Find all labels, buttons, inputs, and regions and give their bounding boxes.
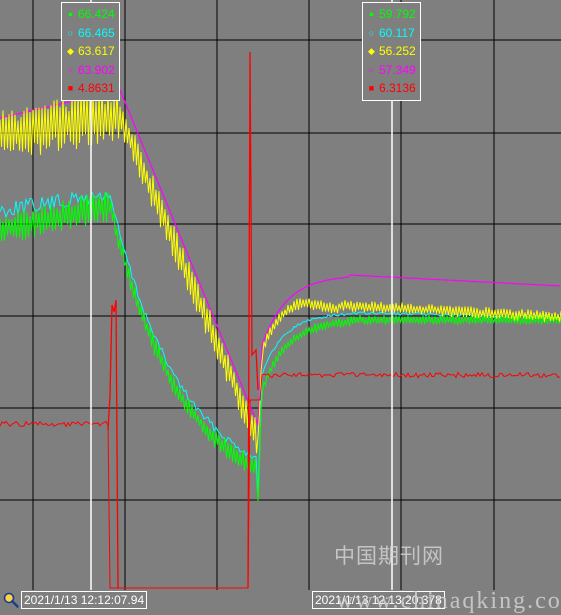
watermark-url: www.chinaqking.com	[336, 588, 561, 614]
cursor-1-value-4: 63.902	[78, 62, 115, 77]
series-5-line	[0, 371, 561, 589]
series-5-marker-icon: ■	[67, 83, 74, 93]
cursor-1-value-1: 66.424	[78, 7, 115, 21]
cursor-2-value-3: 56.252	[379, 44, 416, 58]
cursor-1-readout: ● 66.424 ○ 66.465 ◆ 63.617 ○ 63.902 ■ 4.…	[61, 2, 120, 101]
series-3-line	[0, 90, 561, 454]
cursor-1-value-2: 66.465	[78, 25, 115, 40]
series-1-marker-icon: ●	[67, 9, 74, 19]
cursor-2-value-4: 57.349	[379, 62, 416, 77]
cursor-1-value-5: 4.8631	[78, 81, 115, 95]
series-5-spikes	[107, 51, 259, 589]
cursor-2-value-5: 6.3136	[379, 81, 416, 95]
cursor-1-reading-2: ○ 66.465	[65, 24, 115, 43]
cursor-2-reading-4: ○ 57.349	[366, 61, 416, 80]
cursor-2-readout: ● 59.792 ○ 60.117 ◆ 56.252 ○ 57.349 ■ 6.…	[362, 2, 421, 101]
cursor-1-value-3: 63.617	[78, 44, 115, 58]
series-1-line	[0, 191, 561, 502]
series-2-marker-icon: ○	[368, 27, 375, 38]
trend-chart-window: ● 66.424 ○ 66.465 ◆ 63.617 ○ 63.902 ■ 4.…	[0, 0, 561, 614]
cursor-1-reading-5: ■ 4.8631	[65, 79, 115, 98]
series-1-marker-icon: ●	[368, 9, 375, 19]
series-4-marker-icon: ○	[67, 64, 74, 75]
series-4-line	[0, 89, 561, 426]
cursor-1-reading-1: ● 66.424	[65, 5, 115, 24]
cursor-2-reading-3: ◆ 56.252	[366, 42, 416, 61]
cursor-2-value-2: 60.117	[379, 25, 415, 40]
cursor-2-reading-5: ■ 6.3136	[366, 79, 416, 98]
cursor-1-reading-3: ◆ 63.617	[65, 42, 115, 61]
cursor-2-value-1: 59.792	[379, 7, 416, 21]
watermark-cn: 中国期刊网	[334, 545, 444, 568]
series-3-marker-icon: ◆	[368, 46, 375, 56]
cursor-1-time-label: 2021/1/13 12:12:07.94	[21, 591, 148, 609]
series-2-line	[0, 191, 561, 496]
series-3-marker-icon: ◆	[67, 46, 74, 56]
cursor-1-reading-4: ○ 63.902	[65, 61, 115, 80]
cursor-2-reading-2: ○ 60.117	[366, 24, 416, 43]
series-2-marker-icon: ○	[67, 27, 74, 38]
zoom-icon[interactable]	[2, 591, 20, 609]
series-4-marker-icon: ○	[368, 64, 375, 75]
series-5-marker-icon: ■	[368, 83, 375, 93]
cursor-2-reading-1: ● 59.792	[366, 5, 416, 24]
